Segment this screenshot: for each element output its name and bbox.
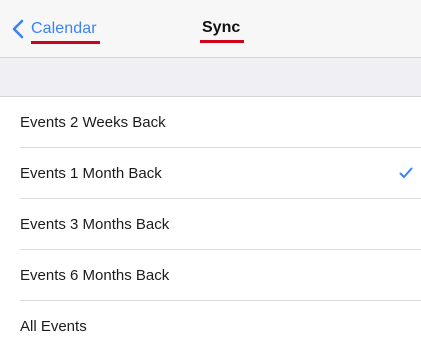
list-item[interactable]: All Events	[0, 301, 421, 352]
list-item[interactable]: Events 1 Month Back	[0, 148, 421, 199]
option-label: All Events	[20, 318, 87, 335]
option-label: Events 1 Month Back	[20, 165, 162, 182]
option-label: Events 6 Months Back	[20, 267, 170, 284]
section-spacer	[0, 58, 421, 96]
back-button-label: Calendar	[31, 20, 100, 44]
checkmark-icon	[399, 167, 413, 178]
option-label: Events 2 Weeks Back	[20, 114, 166, 131]
option-label: Events 3 Months Back	[20, 216, 170, 233]
chevron-left-icon	[12, 19, 24, 39]
back-button[interactable]: Calendar	[10, 14, 100, 44]
navigation-bar: Calendar Sync	[0, 0, 421, 58]
list-item[interactable]: Events 6 Months Back	[0, 250, 421, 301]
page-title: Sync	[199, 19, 245, 43]
sync-options-list: Events 2 Weeks Back Events 1 Month Back …	[0, 96, 421, 352]
list-item[interactable]: Events 3 Months Back	[0, 199, 421, 250]
list-item[interactable]: Events 2 Weeks Back	[0, 97, 421, 148]
